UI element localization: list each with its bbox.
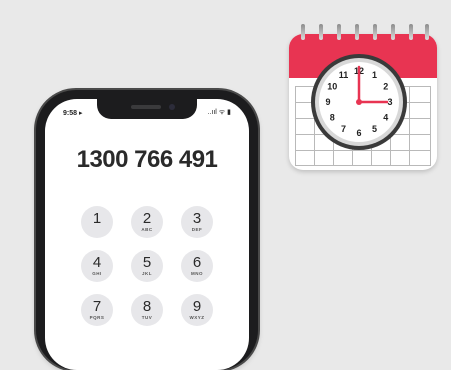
key-digit: 2 [142,210,152,227]
speaker-grille [131,105,161,109]
front-camera [169,104,175,110]
key-9[interactable]: 9 WXYZ [181,294,213,326]
binder-ring-icon [355,24,359,40]
clock-numeral: 7 [341,124,346,134]
illustration: 9:58 ▸ ..ııl ᯤ ▮ 1300 766 491 1 2 ABC 3 … [0,0,451,370]
calendar-clock-icon: 121234567891011 [289,24,437,170]
clock-numeral: 5 [372,124,377,134]
clock-numeral: 11 [339,70,349,80]
key-4[interactable]: 4 GHI [81,250,113,282]
key-2[interactable]: 2 ABC [131,206,163,238]
clock-numeral: 6 [356,128,361,138]
key-letters: PQRS [89,315,105,320]
phone-screen: 9:58 ▸ ..ııl ᯤ ▮ 1300 766 491 1 2 ABC 3 … [45,99,249,370]
key-digit: 8 [142,298,152,315]
status-time: 9:58 ▸ [63,110,83,117]
key-letters: ABC [141,227,153,232]
key-digit: 9 [192,298,202,315]
key-letters: WXYZ [189,315,205,320]
clock-numeral: 2 [383,82,388,92]
clock-icon: 121234567891011 [311,54,407,150]
key-digit: 7 [92,298,102,315]
key-letters: MNO [191,271,203,276]
key-digit: 1 [92,210,102,227]
key-letters: JKL [141,271,152,276]
key-digit: 5 [142,254,152,271]
key-7[interactable]: 7 PQRS [81,294,113,326]
phone-illustration: 9:58 ▸ ..ııl ᯤ ▮ 1300 766 491 1 2 ABC 3 … [36,90,258,370]
key-digit: 3 [192,210,202,227]
key-digit: 4 [92,254,102,271]
key-3[interactable]: 3 DEF [181,206,213,238]
status-icons: ..ııl ᯤ ▮ [207,109,231,116]
key-letters: DEF [191,227,203,232]
clock-numeral: 10 [327,82,337,92]
binder-ring-icon [409,24,413,40]
phone-number-display: 1300 766 491 [76,146,218,173]
binder-ring-icon [425,24,429,40]
binder-ring-icon [337,24,341,40]
binder-ring-icon [319,24,323,40]
binder-ring-icon [373,24,377,40]
key-1[interactable]: 1 [81,206,113,238]
clock-numeral: 9 [325,97,330,107]
key-letters: GHI [92,271,102,276]
phone-notch [97,99,197,119]
key-6[interactable]: 6 MNO [181,250,213,282]
key-letters: TUV [141,315,153,320]
key-digit: 6 [192,254,202,271]
binder-ring-icon [301,24,305,40]
binder-ring-icon [391,24,395,40]
clock-numeral: 8 [330,113,335,123]
key-8[interactable]: 8 TUV [131,294,163,326]
key-5[interactable]: 5 JKL [131,250,163,282]
clock-numeral: 1 [372,70,377,80]
clock-numeral: 4 [383,113,388,123]
